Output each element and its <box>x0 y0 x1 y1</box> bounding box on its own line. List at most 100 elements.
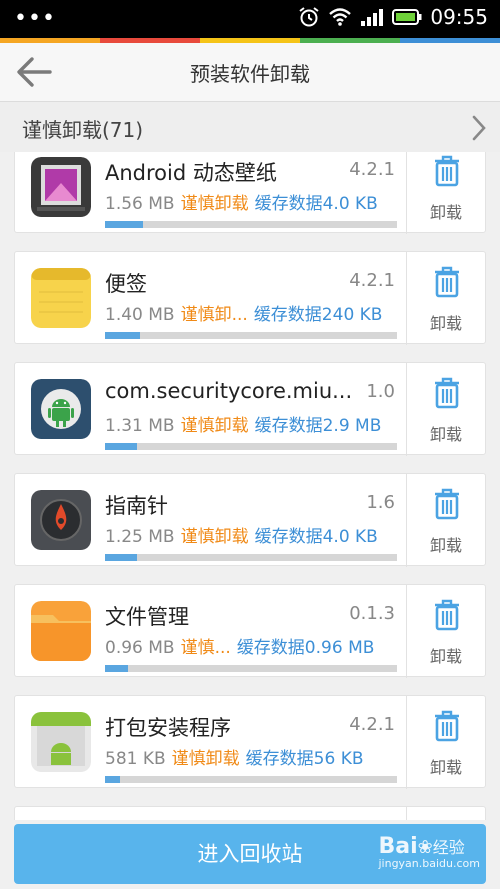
app-version: 4.2.1 <box>349 714 395 735</box>
careful-uninstall-tag: 谨慎卸载 <box>171 749 240 769</box>
careful-uninstall-tag: 谨慎... <box>180 638 231 658</box>
page-title: 预装软件卸载 <box>190 62 310 86</box>
chevron-right-icon <box>472 115 486 141</box>
app-meta: 1.56 MB 谨慎卸载 缓存数据4.0 KB <box>105 189 405 214</box>
uninstall-label: 卸载 <box>429 203 462 222</box>
app-meta: 1.31 MB 谨慎卸载 缓存数据2.9 MB <box>105 411 405 436</box>
uninstall-button[interactable]: 卸载 <box>407 363 485 456</box>
package-installer-icon <box>31 712 91 772</box>
cache-data: 缓存数据240 KB <box>253 305 383 325</box>
app-size: 581 KB <box>105 749 166 769</box>
android-shield-icon <box>31 379 91 439</box>
app-size: 1.31 MB <box>105 416 175 436</box>
app-size: 1.56 MB <box>105 194 175 214</box>
app-name: com.securitycore.miu... <box>105 379 353 403</box>
baidu-watermark: Bai❀经验 jingyan.baidu.com <box>378 834 480 870</box>
app-card[interactable]: Android 动态壁纸 4.2.1 1.56 MB 谨慎卸载 缓存数据4.0 KB 卸载 <box>14 152 486 234</box>
uninstall-label: 卸载 <box>429 758 462 777</box>
careful-uninstall-tag: 谨慎卸载 <box>180 416 249 436</box>
cache-data: 缓存数据2.9 MB <box>254 416 382 436</box>
uninstall-button[interactable]: 卸载 <box>407 474 485 567</box>
uninstall-button[interactable]: 卸载 <box>407 696 485 789</box>
app-card[interactable]: 授权管理卸载 <box>14 806 486 820</box>
app-card[interactable]: 指南针 1.6 1.25 MB 谨慎卸载 缓存数据4.0 KB 卸载 <box>14 473 486 567</box>
app-card[interactable]: 便签 4.2.1 1.40 MB 谨慎卸... 缓存数据240 KB 卸载 <box>14 251 486 345</box>
app-name: Android 动态壁纸 <box>105 161 277 185</box>
usage-bar <box>105 443 397 450</box>
cache-data: 缓存数据56 KB <box>245 749 364 769</box>
app-version: 1.0 <box>366 381 395 402</box>
app-name: 指南针 <box>105 494 168 518</box>
cache-data: 缓存数据4.0 KB <box>254 194 378 214</box>
usage-bar <box>105 776 397 783</box>
usage-bar-fill <box>105 221 143 228</box>
trash-icon <box>435 488 459 520</box>
usage-bar-fill <box>105 554 138 561</box>
usage-bar <box>105 554 397 561</box>
app-size: 1.25 MB <box>105 527 175 547</box>
app-card[interactable]: 打包安装程序 4.2.1 581 KB 谨慎卸载 缓存数据56 KB 卸载 <box>14 695 486 789</box>
app-size: 1.40 MB <box>105 305 175 325</box>
app-name: 打包安装程序 <box>105 716 231 740</box>
folder-icon <box>31 601 91 661</box>
usage-bar-fill <box>105 443 138 450</box>
app-name: 便签 <box>105 272 147 296</box>
uninstall-label: 卸载 <box>429 314 462 333</box>
trash-icon <box>435 710 459 742</box>
app-version: 4.2.1 <box>349 159 395 180</box>
app-meta: 0.96 MB 谨慎... 缓存数据0.96 MB <box>105 633 405 658</box>
notification-dots-icon: ••• <box>14 6 56 31</box>
alarm-icon <box>299 7 319 27</box>
battery-icon <box>392 9 422 25</box>
status-time: 09:55 <box>430 5 488 29</box>
watermark-brand: Bai <box>378 834 418 859</box>
trash-icon <box>435 377 459 409</box>
usage-bar-fill <box>105 332 141 339</box>
app-version: 0.1.3 <box>349 603 395 624</box>
wifi-icon <box>329 8 352 26</box>
bottom-bar: 进入回收站 Bai❀经验 jingyan.baidu.com <box>0 820 500 889</box>
nav-bar: 预装软件卸载 <box>0 43 500 102</box>
section-label: 谨慎卸载(71) <box>22 118 144 142</box>
app-meta: 1.40 MB 谨慎卸... 缓存数据240 KB <box>105 300 405 325</box>
picture-frame-icon <box>31 157 91 217</box>
usage-bar <box>105 332 397 339</box>
enter-recycle-bin-label: 进入回收站 <box>197 842 303 866</box>
uninstall-label: 卸载 <box>429 536 462 555</box>
cache-data: 缓存数据0.96 MB <box>236 638 375 658</box>
app-meta: 1.25 MB 谨慎卸载 缓存数据4.0 KB <box>105 522 405 547</box>
app-card[interactable]: 文件管理 0.1.3 0.96 MB 谨慎... 缓存数据0.96 MB 卸载 <box>14 584 486 678</box>
compass-icon <box>31 490 91 550</box>
app-size: 0.96 MB <box>105 638 175 658</box>
careful-uninstall-tag: 谨慎卸载 <box>180 194 249 214</box>
usage-bar-fill <box>105 665 129 672</box>
usage-bar <box>105 665 397 672</box>
trash-icon <box>435 155 459 187</box>
app-name: 文件管理 <box>105 605 189 629</box>
uninstall-button[interactable]: 卸载 <box>407 585 485 678</box>
baidu-paw-icon: ❀ <box>417 837 433 858</box>
uninstall-label: 卸载 <box>429 425 462 444</box>
careful-uninstall-tag: 谨慎卸... <box>180 305 248 325</box>
watermark-url: jingyan.baidu.com <box>378 857 480 870</box>
app-version: 4.2.1 <box>349 270 395 291</box>
trash-icon <box>435 599 459 631</box>
uninstall-label: 卸载 <box>429 647 462 666</box>
trash-icon <box>435 266 459 298</box>
app-version: 1.6 <box>366 492 395 513</box>
usage-bar-fill <box>105 776 120 783</box>
usage-bar <box>105 221 397 228</box>
status-bar: ••• 09:55 <box>0 0 500 38</box>
uninstall-button[interactable]: 卸载 <box>407 252 485 345</box>
app-meta: 581 KB 谨慎卸载 缓存数据56 KB <box>105 744 405 769</box>
careful-uninstall-tag: 谨慎卸载 <box>180 527 249 547</box>
section-header-careful[interactable]: 谨慎卸载(71) <box>0 102 500 152</box>
app-card[interactable]: com.securitycore.miu... 1.0 1.31 MB 谨慎卸载 缓存数… <box>14 362 486 456</box>
signal-icon <box>361 9 384 26</box>
notes-icon <box>31 268 91 328</box>
uninstall-button[interactable]: 卸载 <box>407 152 485 234</box>
cache-data: 缓存数据4.0 KB <box>254 527 378 547</box>
watermark-brand2: 经验 <box>432 838 465 857</box>
app-list[interactable]: Android 动态壁纸 4.2.1 1.56 MB 谨慎卸载 缓存数据4.0 KB 卸载… <box>0 152 500 820</box>
uninstall-button[interactable]: 卸载 <box>407 807 485 820</box>
